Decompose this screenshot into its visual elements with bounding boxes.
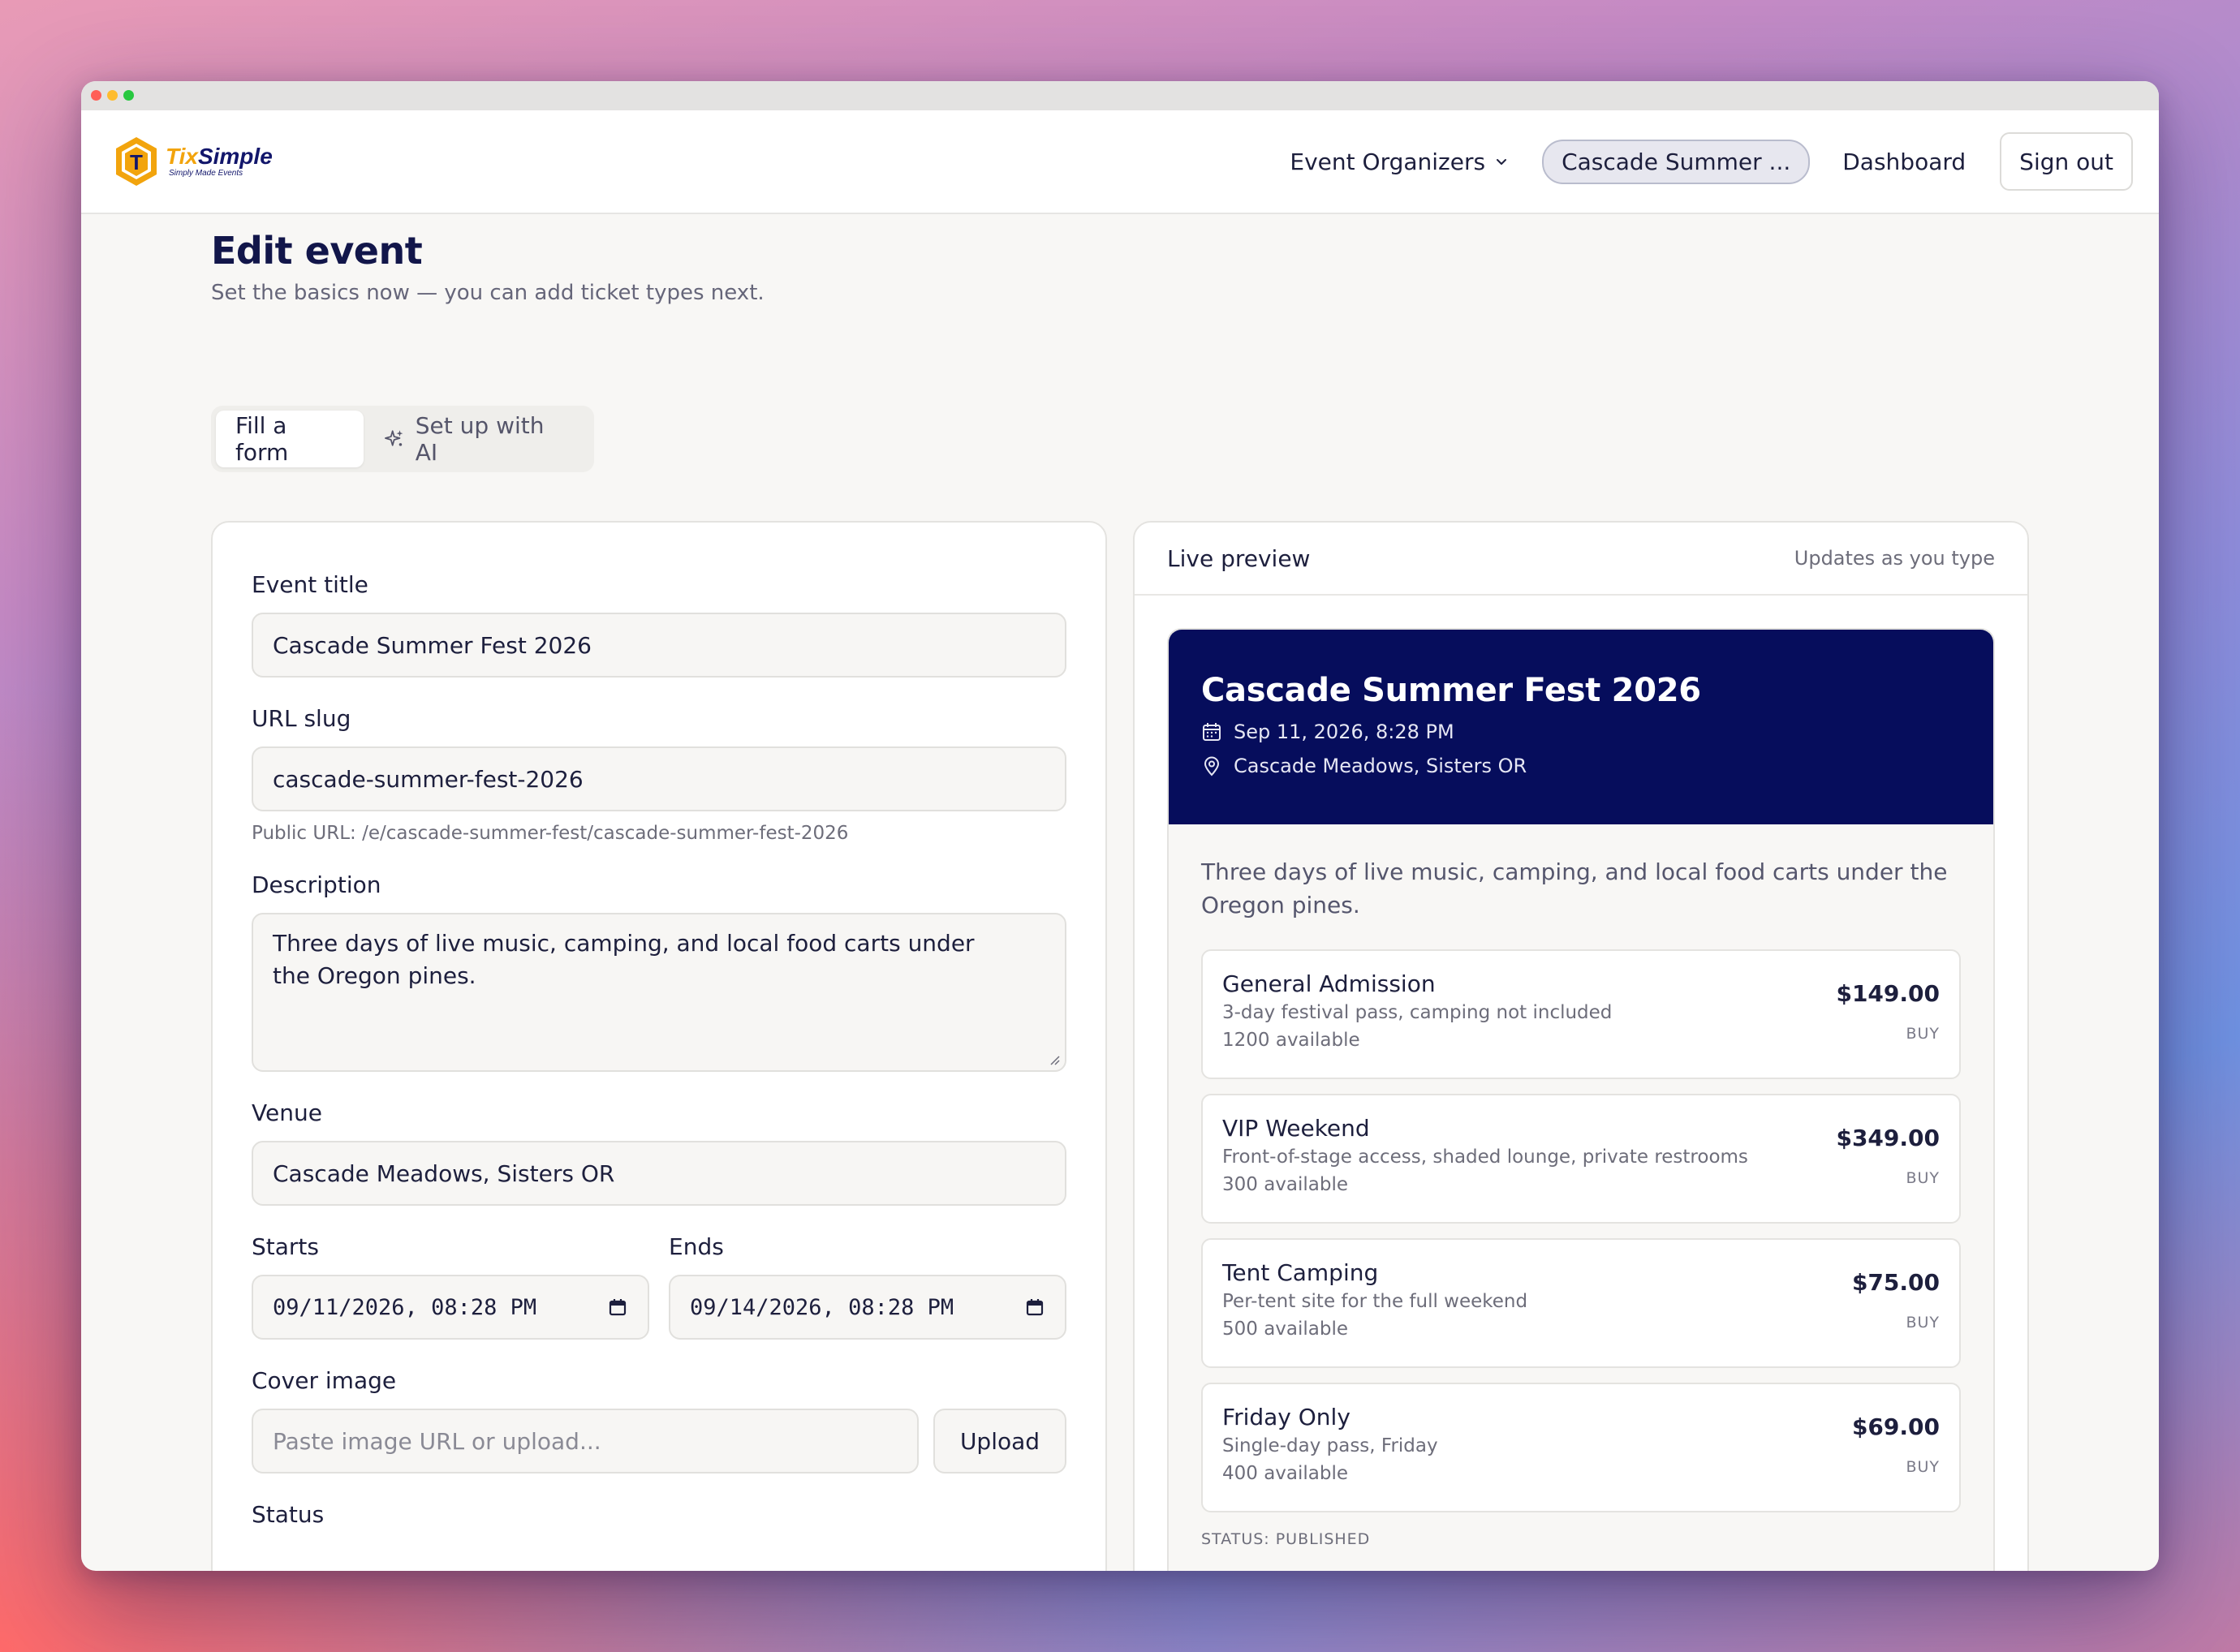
ticket-name: VIP Weekend — [1222, 1115, 1370, 1142]
ticket-card: General Admission 3-day festival pass, c… — [1201, 949, 1961, 1079]
ticket-card: VIP Weekend Front-of-stage access, shade… — [1201, 1094, 1961, 1224]
ticket-card: Tent Camping Per-tent site for the full … — [1201, 1238, 1961, 1368]
ticket-availability: 1200 available — [1222, 1030, 1360, 1051]
preview-status: STATUS: PUBLISHED — [1201, 1530, 1371, 1548]
buy-button[interactable]: BUY — [1906, 1458, 1940, 1476]
event-title-label: Event title — [252, 571, 368, 598]
description-textarea[interactable]: Three days of live music, camping, and l… — [252, 913, 1066, 1072]
description-label: Description — [252, 871, 381, 898]
event-organizers-label: Event Organizers — [1290, 148, 1486, 175]
status-label: Status — [252, 1501, 325, 1528]
brand-tagline: Simply Made Events — [169, 169, 243, 178]
calendar-icon[interactable] — [1024, 1297, 1045, 1318]
svg-text:T: T — [130, 150, 143, 174]
ticket-description: Single-day pass, Friday — [1222, 1435, 1438, 1456]
ticket-list: General Admission 3-day festival pass, c… — [1201, 949, 1961, 1512]
preview-location-row: Cascade Meadows, Sisters OR — [1201, 755, 1961, 777]
preview-date: Sep 11, 2026, 8:28 PM — [1234, 721, 1454, 743]
tab-set-up-with-ai[interactable]: Set up with AI — [364, 411, 589, 467]
buy-button[interactable]: BUY — [1906, 1314, 1940, 1331]
current-event-pill[interactable]: Cascade Summer ... — [1542, 139, 1811, 184]
tab-fill-a-form-label: Fill a form — [235, 412, 289, 466]
ticket-price: $69.00 — [1851, 1413, 1940, 1440]
ticket-card: Friday Only Single-day pass, Friday 400 … — [1201, 1383, 1961, 1512]
starts-value: 09/11/2026, 08:28 PM — [273, 1294, 537, 1320]
event-preview: Cascade Summer Fest 2026 Sep 11, 2026, 8… — [1167, 628, 1995, 1571]
chevron-down-icon — [1497, 159, 1507, 165]
ticket-name: General Admission — [1222, 970, 1436, 997]
calendar-icon[interactable] — [607, 1297, 628, 1318]
buy-button[interactable]: BUY — [1906, 1169, 1940, 1187]
window-titlebar — [81, 81, 2159, 110]
logo-hexagon-icon: T — [116, 137, 157, 186]
url-slug-label: URL slug — [252, 705, 351, 732]
ticket-availability: 500 available — [1222, 1319, 1349, 1340]
live-preview-card: Live preview Updates as you type Cascade… — [1133, 521, 2029, 1571]
ticket-name: Friday Only — [1222, 1404, 1350, 1430]
event-preview-banner: Cascade Summer Fest 2026 Sep 11, 2026, 8… — [1169, 630, 1993, 824]
preview-description: Three days of live music, camping, and l… — [1201, 858, 1948, 918]
ticket-availability: 400 available — [1222, 1463, 1349, 1484]
ticket-price: $75.00 — [1851, 1269, 1940, 1296]
description-text: Three days of live music, camping, and l… — [273, 930, 975, 989]
maximize-window-button[interactable] — [123, 90, 134, 101]
cover-image-input[interactable]: Paste image URL or upload... — [252, 1409, 919, 1473]
preview-location: Cascade Meadows, Sisters OR — [1234, 755, 1527, 777]
ends-datetime-input[interactable]: 09/14/2026, 08:28 PM — [669, 1275, 1066, 1340]
buy-button[interactable]: BUY — [1906, 1025, 1940, 1043]
map-pin-icon — [1204, 756, 1220, 777]
upload-button[interactable]: Upload — [933, 1409, 1066, 1473]
live-preview-hint: Updates as you type — [1794, 547, 1995, 570]
tab-fill-a-form[interactable]: Fill a form — [216, 411, 364, 467]
ticket-description: Front-of-stage access, shaded lounge, pr… — [1222, 1147, 1748, 1168]
sparkle-icon — [385, 430, 403, 446]
event-title-input[interactable]: Cascade Summer Fest 2026 — [252, 613, 1066, 678]
brand-name: TixSimple — [166, 144, 273, 169]
venue-label: Venue — [252, 1099, 322, 1126]
minimize-window-button[interactable] — [107, 90, 118, 101]
venue-input[interactable]: Cascade Meadows, Sisters OR — [252, 1141, 1066, 1206]
close-window-button[interactable] — [91, 90, 101, 101]
ticket-price: $349.00 — [1836, 1125, 1940, 1151]
cover-image-label: Cover image — [252, 1367, 397, 1394]
tab-set-up-with-ai-label: Set up with AI — [415, 412, 545, 466]
ticket-price: $149.00 — [1836, 980, 1940, 1007]
page-title: Edit event — [211, 229, 423, 273]
public-url-help: Public URL: /e/cascade-summer-fest/casca… — [252, 823, 849, 844]
brand-logo[interactable]: T TixSimple Simply Made Events — [114, 136, 273, 187]
browser-window: T TixSimple Simply Made Events Event Org… — [81, 81, 2159, 1571]
sign-out-button[interactable]: Sign out — [2000, 132, 2133, 191]
starts-datetime-input[interactable]: 09/11/2026, 08:28 PM — [252, 1275, 649, 1340]
calendar-icon — [1203, 723, 1221, 741]
event-organizers-menu[interactable]: Event Organizers — [1290, 148, 1510, 175]
resize-handle-icon[interactable] — [1047, 1052, 1060, 1065]
preview-date-row: Sep 11, 2026, 8:28 PM — [1201, 721, 1961, 743]
preview-event-title: Cascade Summer Fest 2026 — [1201, 672, 1701, 709]
ends-value: 09/14/2026, 08:28 PM — [690, 1294, 954, 1320]
ticket-description: Per-tent site for the full weekend — [1222, 1291, 1528, 1312]
top-navbar: T TixSimple Simply Made Events Event Org… — [81, 110, 2159, 214]
url-slug-input[interactable]: cascade-summer-fest-2026 — [252, 746, 1066, 811]
mode-tabs: Fill a form Set up with AI — [211, 406, 594, 472]
page-subtitle: Set the basics now — you can add ticket … — [211, 281, 765, 305]
live-preview-title: Live preview — [1167, 544, 1311, 572]
ticket-description: 3-day festival pass, camping not include… — [1222, 1002, 1613, 1023]
starts-label: Starts — [252, 1233, 319, 1260]
event-form-card: Event title Cascade Summer Fest 2026 URL… — [211, 521, 1107, 1571]
ticket-availability: 300 available — [1222, 1174, 1349, 1195]
ends-label: Ends — [669, 1233, 724, 1260]
ticket-name: Tent Camping — [1222, 1259, 1379, 1286]
dashboard-link[interactable]: Dashboard — [1842, 148, 1966, 175]
